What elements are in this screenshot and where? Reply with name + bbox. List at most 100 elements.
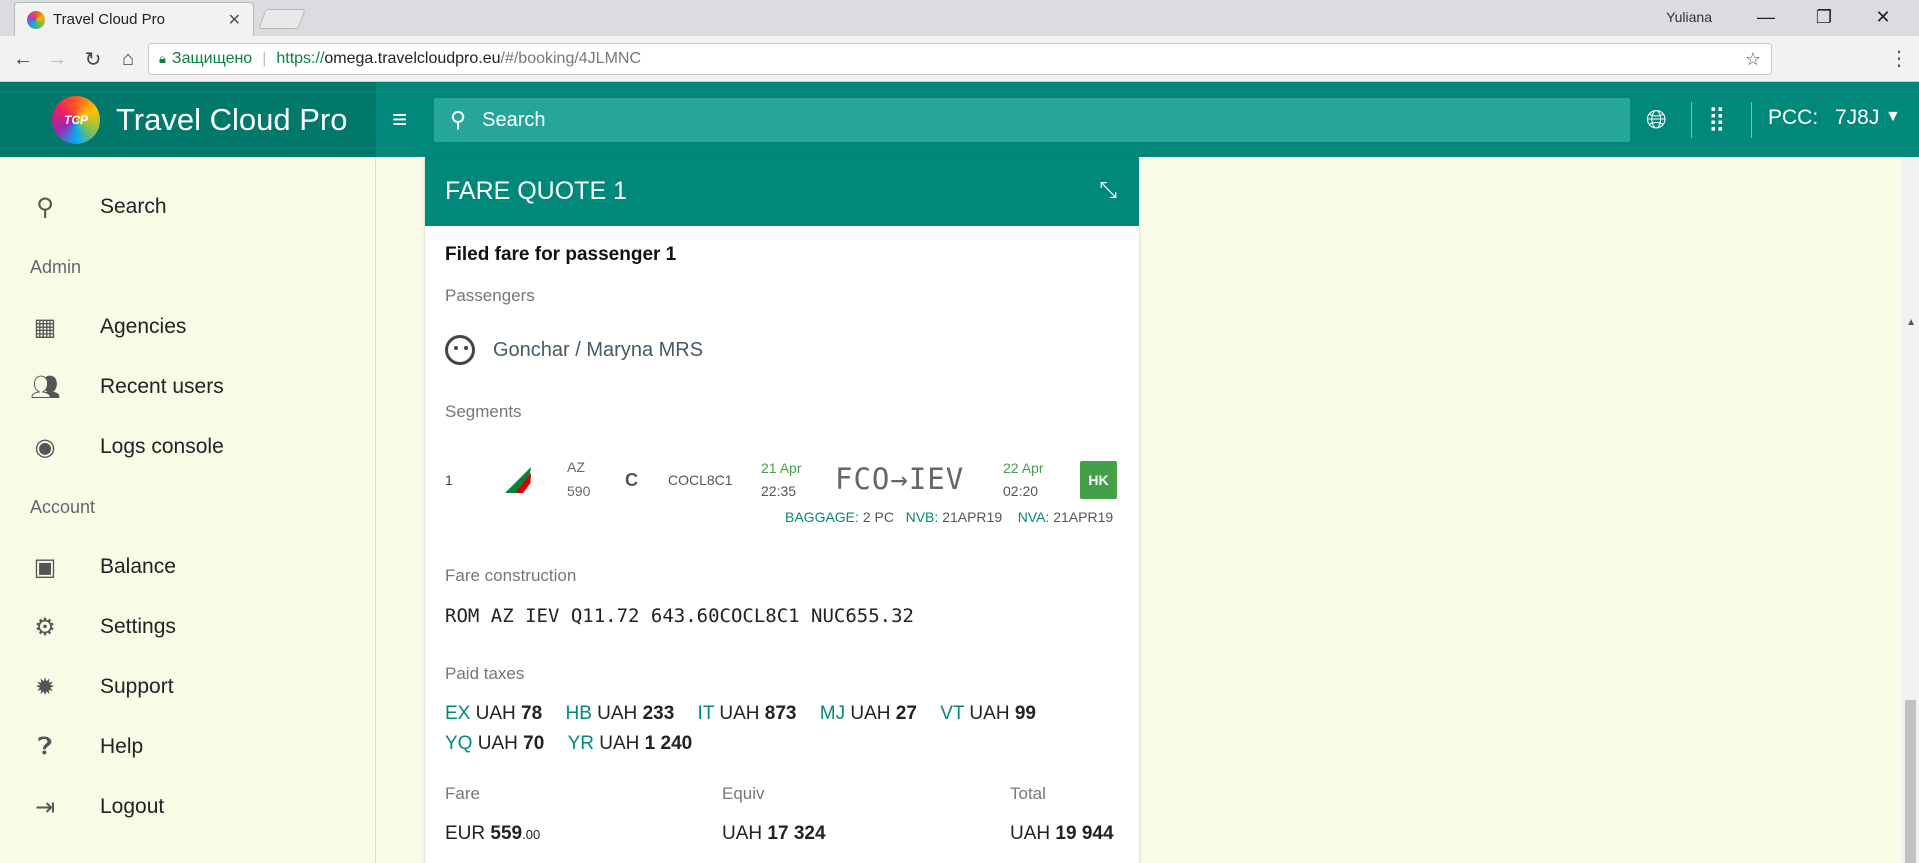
url-path: /#/booking/4JLMNC xyxy=(500,50,642,67)
passengers-label: Passengers xyxy=(445,286,535,305)
menu-icon[interactable]: ≡ xyxy=(392,106,418,132)
browser-tab-bar: Travel Cloud Pro ✕ Yuliana — ❐ ✕ xyxy=(0,0,1919,36)
forward-icon[interactable]: → xyxy=(42,44,72,74)
sidebar-item-settings[interactable]: ⚙ Settings xyxy=(0,603,376,651)
fare-construction: ROM AZ IEV Q11.72 643.60COCL8C1 NUC655.3… xyxy=(445,605,914,627)
wallet-icon: ▣ xyxy=(33,553,57,581)
tax-amount: 1 240 xyxy=(644,733,693,754)
sidebar-item-label: Agencies xyxy=(100,315,187,338)
search-icon: ⚲ xyxy=(450,107,467,132)
lock-icon: 🔒︎ xyxy=(159,51,166,66)
browser-tab[interactable]: Travel Cloud Pro ✕ xyxy=(14,2,254,36)
sidebar-item-help[interactable]: ❓︎ Help xyxy=(0,723,376,771)
building-icon: ▦ xyxy=(33,313,57,341)
sidebar-item-agencies[interactable]: ▦ Agencies xyxy=(0,303,376,351)
new-tab-button[interactable] xyxy=(258,9,306,29)
sidebar-item-search[interactable]: ⚲ Search xyxy=(0,183,376,231)
tax-amount: 70 xyxy=(523,733,545,754)
gear-icon: ⚙ xyxy=(34,613,56,641)
sidebar-item-logs-console[interactable]: ◉ Logs console xyxy=(0,423,376,471)
pcc-selector[interactable]: 7J8J xyxy=(1835,106,1879,130)
url-separator: | xyxy=(262,50,267,67)
tax-list: YQ UAH 70 YR UAH 1 240 xyxy=(445,733,710,755)
tax-item: EX UAH 78 xyxy=(445,703,542,725)
tax-code: VT xyxy=(940,703,965,724)
departure-time: 22:35 xyxy=(761,483,797,499)
back-icon[interactable]: ← xyxy=(8,44,38,74)
tab-close-icon[interactable]: ✕ xyxy=(228,10,241,30)
nvb-label: NVB: xyxy=(905,509,939,525)
fare-currency: EUR xyxy=(445,823,486,844)
tab-title: Travel Cloud Pro xyxy=(53,11,165,28)
help-icon: ❓︎ xyxy=(37,733,53,760)
segment-status-badge: HK xyxy=(1080,461,1117,499)
minimize-icon[interactable]: — xyxy=(1738,3,1794,31)
fare-quote-card: FARE QUOTE 1 ⤡ Filed fare for passenger … xyxy=(425,157,1139,863)
tax-code: HB xyxy=(565,703,592,724)
tax-code: YQ xyxy=(445,733,473,754)
secure-label: Защищено xyxy=(171,50,253,67)
sidebar-item-label: Support xyxy=(100,675,174,698)
segment-class: C xyxy=(625,470,638,490)
total-amount: 19 944 xyxy=(1055,823,1114,844)
globe-icon[interactable]: 🌐︎ xyxy=(1646,104,1667,136)
arrival-time: 02:20 xyxy=(1003,483,1039,499)
tax-amount: 99 xyxy=(1014,703,1036,724)
segment-fare-basis: COCL8C1 xyxy=(668,472,733,488)
logo: TCP xyxy=(52,95,100,144)
tax-code: MJ xyxy=(819,703,846,724)
fare-cents: .00 xyxy=(522,827,541,842)
fare-construction-label: Fare construction xyxy=(445,566,577,585)
people-icon: 👥︎ xyxy=(30,373,61,401)
passenger-name[interactable]: Gonchar / Maryna MRS xyxy=(493,339,703,362)
address-bar-row: ← → ↻ ⌂ 🔒︎ Защищено | https:// omega.tra… xyxy=(0,36,1919,82)
tax-amount: 233 xyxy=(642,703,675,724)
arrival-date: 22 Apr xyxy=(1003,460,1044,476)
header-divider xyxy=(1751,102,1752,138)
logo-text: TCP xyxy=(64,112,88,127)
browser-menu-icon[interactable]: ⋮ xyxy=(1889,46,1909,71)
equiv-value: UAH 17 324 xyxy=(722,823,826,845)
window-close-icon[interactable]: ✕ xyxy=(1855,3,1911,31)
total-currency: UAH xyxy=(1010,823,1051,844)
search-input[interactable] xyxy=(482,108,1383,132)
nva-value: 21APR19 xyxy=(1053,509,1114,525)
tax-currency: UAH xyxy=(850,703,891,724)
tax-item: HB UAH 233 xyxy=(565,703,674,725)
url-input[interactable]: 🔒︎ Защищено | https:// omega.travelcloud… xyxy=(148,43,1772,75)
bookmark-star-icon[interactable]: ☆ xyxy=(1745,49,1761,70)
tax-amount: 873 xyxy=(764,703,797,724)
tax-amount: 78 xyxy=(521,703,543,724)
app-header: TCP Travel Cloud Pro ≡ ⚲ 🌐︎ ⣿ PCC: 7J8J … xyxy=(0,82,1919,157)
tax-currency: UAH xyxy=(719,703,760,724)
restore-icon[interactable]: ❐ xyxy=(1796,3,1852,31)
scroll-up-icon[interactable]: ▲ xyxy=(1906,317,1916,328)
sidebar-item-label: Logs console xyxy=(100,435,224,458)
sidebar-item-balance[interactable]: ▣ Balance xyxy=(0,543,376,591)
brand-name: Travel Cloud Pro xyxy=(116,101,348,137)
reload-icon[interactable]: ↻ xyxy=(78,44,108,74)
sidebar-item-logout[interactable]: ⇥ Logout xyxy=(0,783,376,831)
sidebar-item-label: Logout xyxy=(100,795,165,818)
brand[interactable]: TCP Travel Cloud Pro xyxy=(0,82,376,157)
face-icon xyxy=(445,335,475,365)
sidebar-item-support[interactable]: ✹ Support xyxy=(0,663,376,711)
scrollbar-thumb[interactable] xyxy=(1905,700,1916,863)
equiv-amount: 17 324 xyxy=(767,823,826,844)
tax-item: YR UAH 1 240 xyxy=(568,733,693,755)
segment-extra-info: BAGGAGE: 2 PC NVB: 21APR19 NVA: 21APR19 xyxy=(785,509,1113,525)
url-host: omega.travelcloudpro.eu xyxy=(324,50,501,67)
collapse-icon[interactable]: ⤡ xyxy=(1099,177,1117,203)
segment-route: FCO→IEV xyxy=(835,462,965,496)
apps-grid-icon[interactable]: ⣿ xyxy=(1708,104,1726,133)
global-search[interactable]: ⚲ xyxy=(434,98,1630,142)
sidebar-item-recent-users[interactable]: 👥︎ Recent users xyxy=(0,363,376,411)
profile-name[interactable]: Yuliana xyxy=(1666,9,1712,25)
logout-icon: ⇥ xyxy=(34,793,56,821)
caret-down-icon[interactable]: ▼ xyxy=(1885,108,1901,126)
section-admin: Admin xyxy=(30,257,82,277)
sidebar-item-label: Settings xyxy=(100,615,176,638)
nvb-value: 21APR19 xyxy=(942,509,1003,525)
equiv-currency: UAH xyxy=(722,823,763,844)
home-icon[interactable]: ⌂ xyxy=(113,44,143,74)
